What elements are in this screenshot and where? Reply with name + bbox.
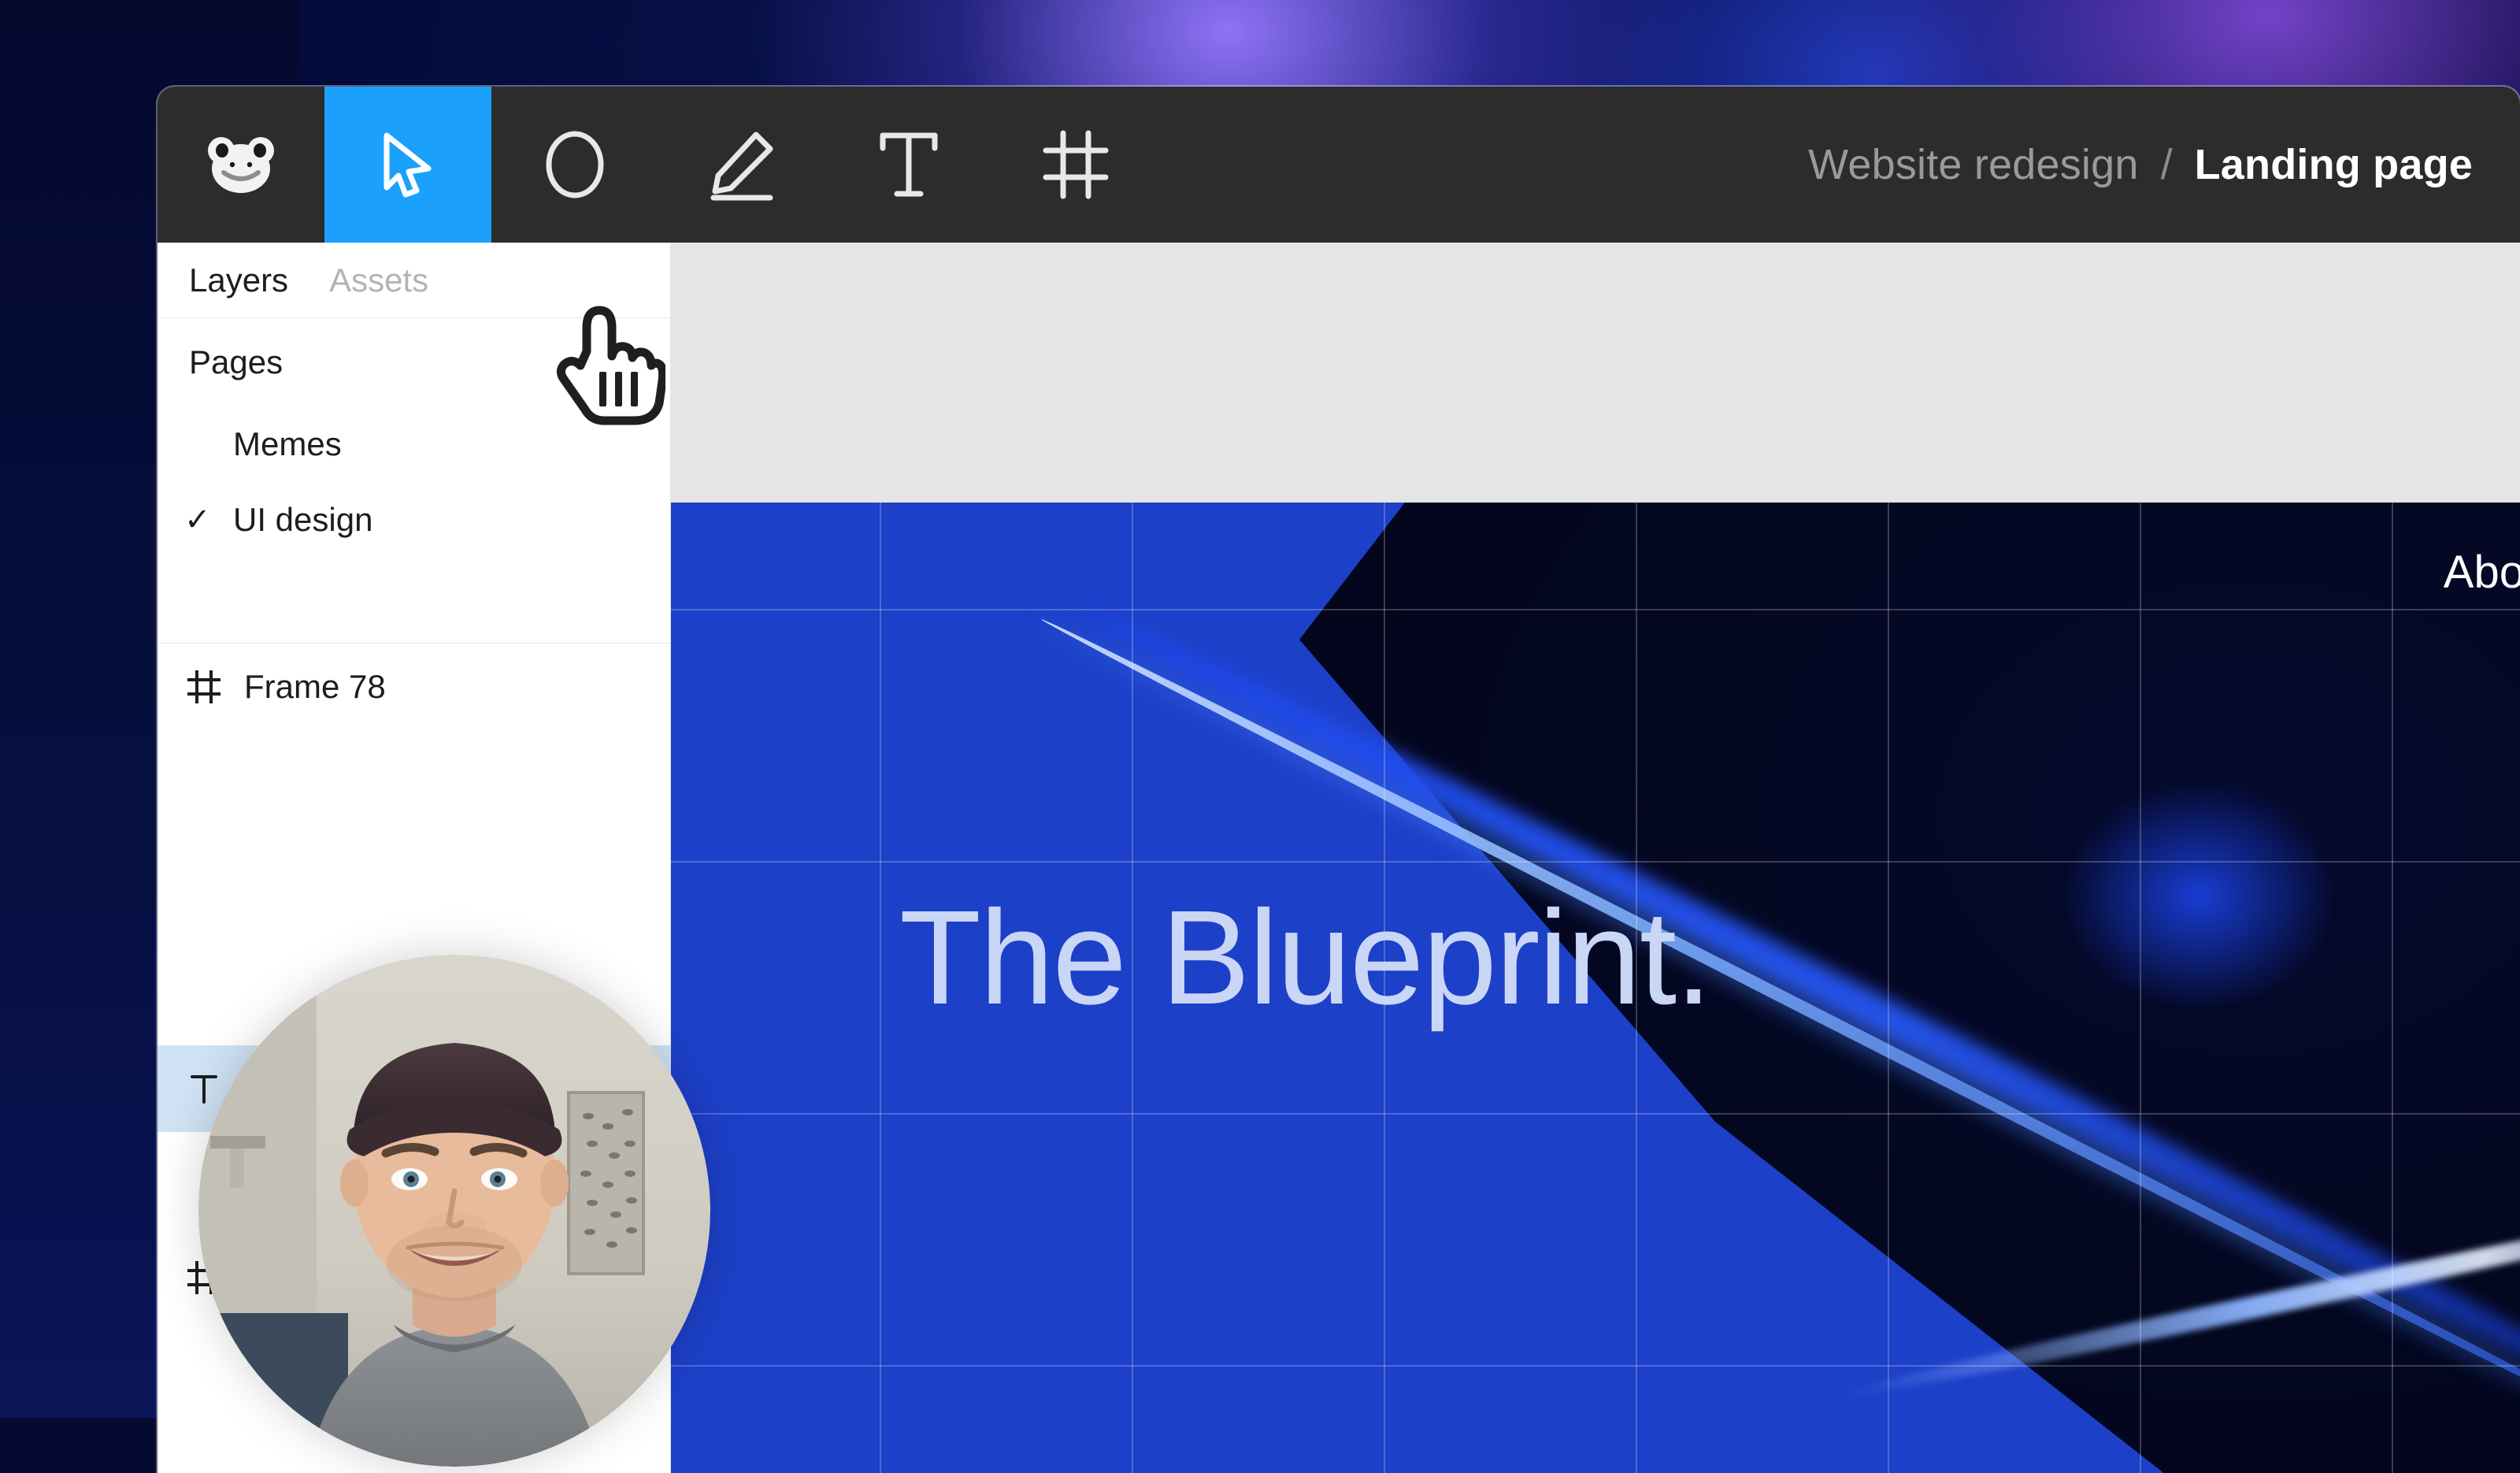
page-check-indicator: ✓ (184, 502, 233, 538)
cursor-arrow-icon (380, 131, 436, 199)
app-logo-button[interactable] (158, 87, 324, 243)
text-tool-icon (878, 129, 939, 200)
layer-row-frame-78[interactable]: Frame 78 (158, 644, 671, 730)
page-item-memes[interactable]: Memes (158, 406, 670, 482)
frame-grid-icon (1043, 130, 1109, 199)
text-layer-icon (186, 1070, 222, 1107)
ellipse-icon (543, 130, 606, 199)
tool-move-select[interactable] (324, 87, 491, 243)
page-item-label: UI design (233, 501, 372, 539)
panel-tabs: Layers Assets (158, 243, 670, 318)
page-item-ui-design[interactable]: ✓ UI design (158, 482, 670, 558)
design-app-window: Website redesign / Landing page Abo The … (158, 87, 2520, 1473)
presenter-webcam-bubble (198, 955, 710, 1467)
frame-grid-icon (186, 669, 222, 705)
frog-face-icon (205, 135, 277, 195)
breadcrumb-page-title[interactable]: Landing page (2195, 140, 2473, 189)
tab-layers[interactable]: Layers (189, 262, 288, 299)
tool-pen[interactable] (658, 87, 825, 243)
page-item-label: Memes (233, 425, 342, 463)
pages-section-header: Pages + (158, 318, 670, 406)
hero-headline[interactable]: The Blueprint. (899, 881, 1710, 1035)
nav-item-about[interactable]: Abo (2444, 546, 2520, 599)
tool-frame[interactable] (992, 87, 1159, 243)
pencil-icon (707, 128, 776, 201)
presenter-video-frame (198, 955, 710, 1467)
layer-name: Frame 78 (244, 668, 386, 706)
design-frame-landing-page[interactable]: Abo The Blueprint. (671, 503, 2520, 1473)
pages-title: Pages (189, 343, 283, 381)
breadcrumb: Website redesign / Landing page (1808, 87, 2520, 243)
tab-assets[interactable]: Assets (329, 262, 428, 299)
breadcrumb-separator: / (2161, 140, 2173, 189)
breadcrumb-project[interactable]: Website redesign (1808, 140, 2138, 189)
tool-text[interactable] (825, 87, 992, 243)
add-page-button[interactable]: + (615, 342, 639, 383)
toolbar: Website redesign / Landing page (158, 87, 2520, 243)
design-canvas[interactable]: Abo The Blueprint. (671, 243, 2520, 1473)
tool-shape-ellipse[interactable] (491, 87, 658, 243)
